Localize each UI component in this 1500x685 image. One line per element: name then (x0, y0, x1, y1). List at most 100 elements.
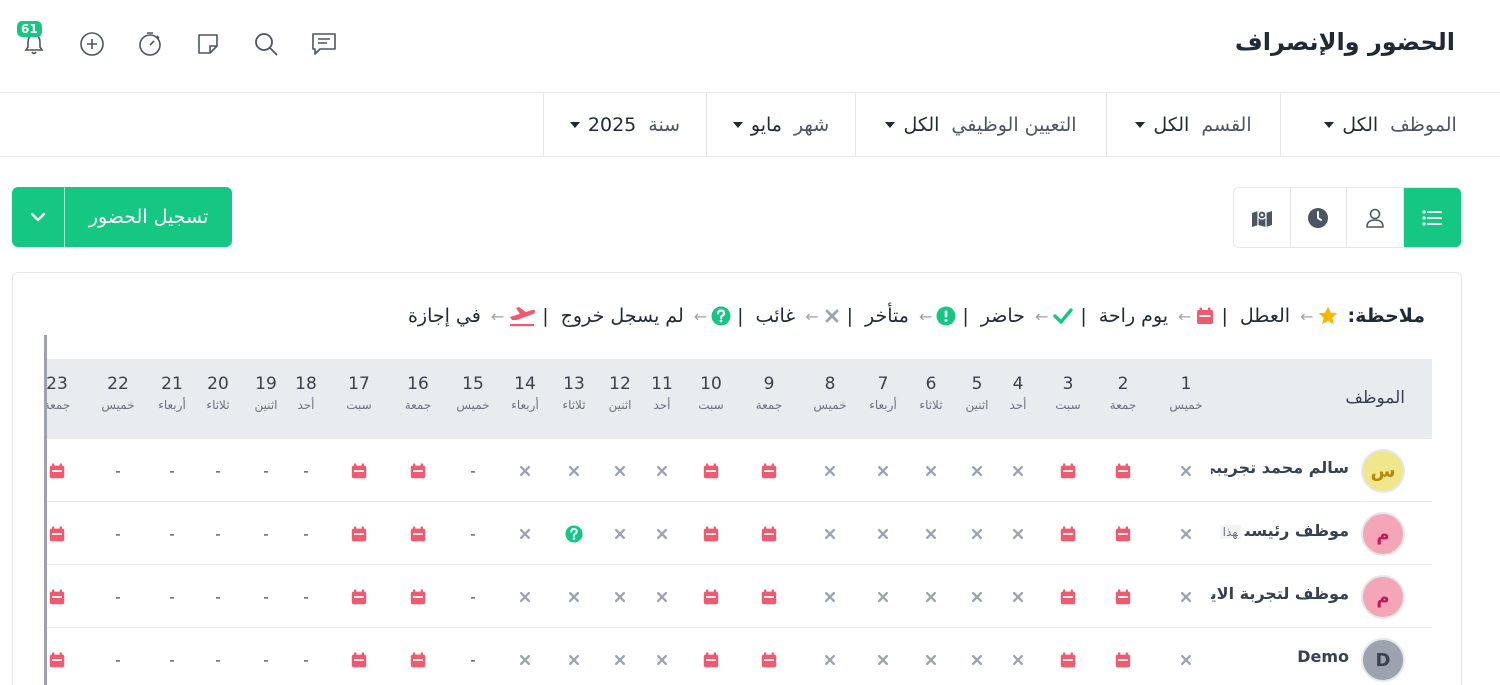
x-icon[interactable] (511, 646, 539, 674)
avatar[interactable]: م (1361, 512, 1405, 556)
avatar[interactable]: س (1361, 449, 1405, 493)
x-icon[interactable] (606, 583, 634, 611)
calendar-icon[interactable] (697, 457, 725, 485)
x-icon[interactable] (963, 520, 991, 548)
list-view-button[interactable] (1403, 188, 1461, 247)
x-icon[interactable] (1004, 646, 1032, 674)
attendance-cell-empty: - (470, 651, 476, 669)
x-icon[interactable] (963, 583, 991, 611)
x-icon[interactable] (511, 583, 539, 611)
x-icon[interactable] (917, 583, 945, 611)
calendar-icon[interactable] (47, 457, 71, 485)
employee-name-cell[interactable]: موظف لتجربة الايميل (1211, 584, 1349, 603)
calendar-icon[interactable] (755, 646, 783, 674)
x-icon[interactable] (1172, 583, 1200, 611)
user-view-button[interactable] (1347, 188, 1404, 247)
x-icon[interactable] (1004, 520, 1032, 548)
calendar-icon[interactable] (1109, 583, 1137, 611)
x-icon[interactable] (648, 646, 676, 674)
calendar-icon[interactable] (1109, 457, 1137, 485)
day-name: خميس (813, 398, 847, 412)
x-icon[interactable] (648, 457, 676, 485)
calendar-icon[interactable] (755, 520, 783, 548)
x-icon[interactable] (511, 520, 539, 548)
calendar-icon[interactable] (1054, 583, 1082, 611)
filter-year[interactable]: سنة 2025 (543, 93, 706, 156)
day-number: 14 (514, 374, 536, 394)
x-icon[interactable] (560, 457, 588, 485)
search-icon[interactable] (246, 24, 286, 64)
x-icon[interactable] (963, 646, 991, 674)
x-icon[interactable] (816, 646, 844, 674)
employee-name-cell[interactable]: موظف رئيسىهذا (1211, 521, 1349, 540)
avatar[interactable]: م (1361, 575, 1405, 619)
calendar-icon[interactable] (1054, 646, 1082, 674)
x-icon[interactable] (1172, 646, 1200, 674)
calendar-icon[interactable] (345, 646, 373, 674)
x-icon[interactable] (963, 457, 991, 485)
clock-view-button[interactable] (1290, 188, 1347, 247)
x-icon[interactable] (917, 457, 945, 485)
x-icon[interactable] (816, 520, 844, 548)
x-icon[interactable] (917, 520, 945, 548)
attendance-cell-empty: - (215, 525, 221, 543)
record-dropdown-toggle[interactable] (12, 187, 65, 247)
calendar-icon[interactable] (1054, 520, 1082, 548)
filter-month[interactable]: شهر مايو (706, 93, 855, 156)
calendar-icon[interactable] (345, 520, 373, 548)
x-icon[interactable] (1172, 520, 1200, 548)
x-icon[interactable] (869, 646, 897, 674)
calendar-icon[interactable] (404, 583, 432, 611)
x-icon[interactable] (648, 520, 676, 548)
sticky-note-icon[interactable] (188, 24, 228, 64)
plus-circle-icon[interactable] (72, 24, 112, 64)
calendar-icon[interactable] (47, 646, 71, 674)
x-icon[interactable] (869, 520, 897, 548)
timer-icon[interactable] (130, 24, 170, 64)
x-icon[interactable] (606, 646, 634, 674)
x-icon[interactable] (1172, 457, 1200, 485)
bell-icon[interactable]: 61 (14, 21, 54, 64)
calendar-icon[interactable] (755, 457, 783, 485)
calendar-icon[interactable] (1054, 457, 1082, 485)
calendar-icon[interactable] (1109, 520, 1137, 548)
x-icon[interactable] (606, 520, 634, 548)
x-icon[interactable] (1004, 583, 1032, 611)
question-icon[interactable] (560, 520, 588, 548)
filter-department[interactable]: القسم الكل (1106, 93, 1280, 156)
x-icon[interactable] (1004, 457, 1032, 485)
employee-name-cell[interactable]: سالم محمد تجريبي (1211, 458, 1349, 477)
x-icon[interactable] (816, 583, 844, 611)
calendar-icon[interactable] (404, 646, 432, 674)
calendar-icon[interactable] (755, 583, 783, 611)
x-icon[interactable] (511, 457, 539, 485)
x-icon[interactable] (560, 646, 588, 674)
chat-icon[interactable] (304, 24, 344, 64)
calendar-icon[interactable] (697, 583, 725, 611)
attendance-cell-empty: - (169, 651, 175, 669)
x-icon[interactable] (816, 457, 844, 485)
x-icon[interactable] (560, 583, 588, 611)
calendar-icon[interactable] (47, 520, 71, 548)
x-icon[interactable] (869, 457, 897, 485)
x-icon[interactable] (648, 583, 676, 611)
calendar-icon[interactable] (404, 457, 432, 485)
avatar[interactable]: D (1361, 638, 1405, 682)
caret-down-icon (885, 121, 896, 128)
employee-name-cell[interactable]: Demo (1211, 647, 1349, 666)
arrow-left-icon: ← (490, 306, 505, 326)
calendar-icon[interactable] (404, 520, 432, 548)
calendar-icon[interactable] (345, 583, 373, 611)
calendar-icon[interactable] (47, 583, 71, 611)
x-icon[interactable] (917, 646, 945, 674)
calendar-icon[interactable] (697, 520, 725, 548)
x-icon[interactable] (606, 457, 634, 485)
record-attendance-button[interactable]: تسجيل الحضور (65, 187, 232, 247)
filter-employee[interactable]: الموظف الكل (1280, 93, 1500, 156)
calendar-icon[interactable] (697, 646, 725, 674)
calendar-icon[interactable] (1109, 646, 1137, 674)
map-view-button[interactable] (1234, 188, 1291, 247)
filter-job-assignment[interactable]: التعيين الوظيفي الكل (855, 93, 1106, 156)
x-icon[interactable] (869, 583, 897, 611)
calendar-icon[interactable] (345, 457, 373, 485)
